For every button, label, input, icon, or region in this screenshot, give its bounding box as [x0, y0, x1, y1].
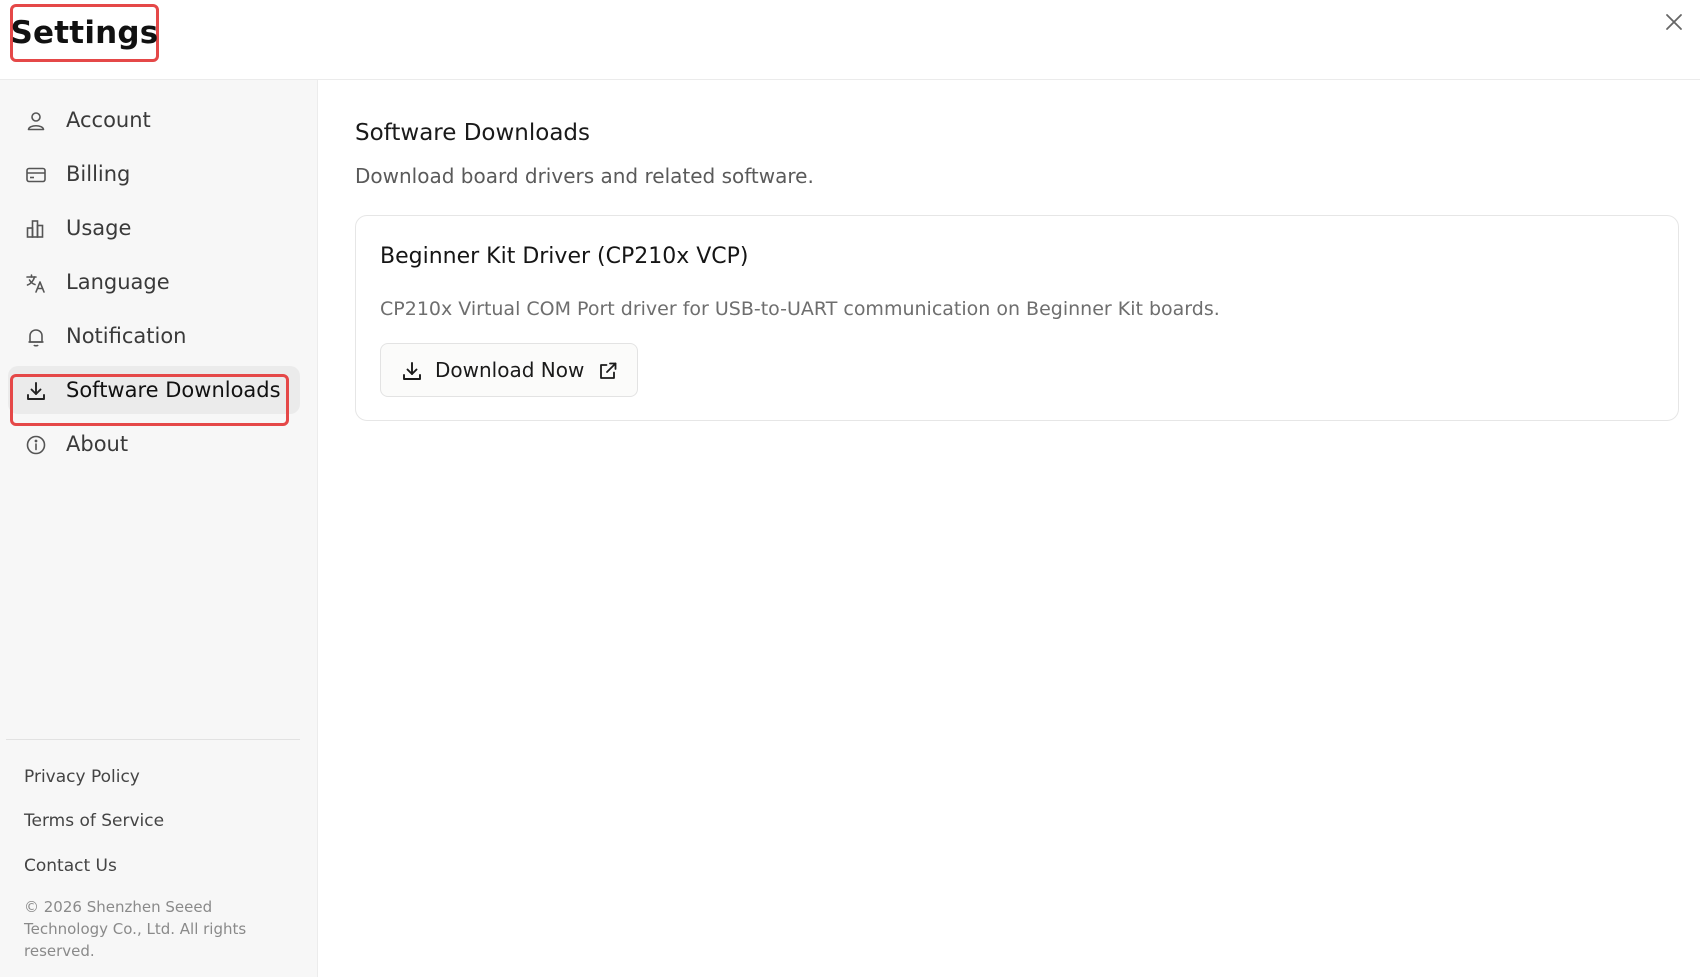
- sidebar: Account Billing Usage Language Notificat…: [0, 80, 318, 977]
- driver-card-description: CP210x Virtual COM Port driver for USB-t…: [380, 298, 1220, 320]
- sidebar-item-label: Billing: [66, 162, 131, 186]
- copyright-text: © 2026 Shenzhen Seeed Technology Co., Lt…: [24, 898, 247, 960]
- sidebar-item-label: Language: [66, 270, 170, 294]
- sidebar-item-label: Notification: [66, 324, 187, 348]
- bar-chart-icon: [25, 218, 47, 240]
- download-icon: [401, 360, 423, 382]
- sidebar-item-language[interactable]: Language: [8, 258, 300, 306]
- credit-card-icon: [25, 164, 47, 186]
- sidebar-item-label: About: [66, 432, 129, 456]
- section-title: Software Downloads: [355, 120, 591, 146]
- sidebar-item-account[interactable]: Account: [8, 96, 300, 144]
- sidebar-item-about[interactable]: About: [8, 420, 300, 468]
- section-subtitle: Download board drivers and related softw…: [355, 164, 814, 188]
- privacy-policy-link[interactable]: Privacy Policy: [24, 767, 140, 787]
- info-icon: [25, 434, 47, 456]
- sidebar-item-label: Usage: [66, 216, 132, 240]
- settings-window: Settings Account Billing Usage Language …: [0, 0, 1700, 977]
- terms-of-service-link[interactable]: Terms of Service: [24, 811, 164, 831]
- driver-card: Beginner Kit Driver (CP210x VCP) CP210x …: [355, 215, 1679, 421]
- page-title: Settings: [10, 15, 159, 51]
- download-now-button[interactable]: Download Now: [380, 343, 638, 397]
- close-icon: [1666, 14, 1682, 30]
- driver-card-title: Beginner Kit Driver (CP210x VCP): [380, 244, 749, 269]
- sidebar-item-label: Account: [66, 108, 151, 132]
- sidebar-item-notification[interactable]: Notification: [8, 312, 300, 360]
- external-link-icon: [597, 360, 619, 382]
- sidebar-item-software-downloads[interactable]: Software Downloads: [8, 366, 300, 414]
- user-icon: [25, 110, 47, 132]
- sidebar-item-usage[interactable]: Usage: [8, 204, 300, 252]
- download-icon: [25, 380, 47, 402]
- sidebar-divider: [6, 739, 300, 740]
- sidebar-item-billing[interactable]: Billing: [8, 150, 300, 198]
- page-title-highlight: Settings: [10, 4, 159, 62]
- translate-icon: [25, 272, 47, 294]
- download-now-label: Download Now: [435, 358, 585, 382]
- bell-icon: [25, 326, 47, 348]
- close-button[interactable]: [1658, 6, 1690, 38]
- header: Settings: [0, 0, 1700, 80]
- main-content: Software Downloads Download board driver…: [318, 80, 1700, 977]
- sidebar-item-label: Software Downloads: [66, 378, 281, 402]
- contact-us-link[interactable]: Contact Us: [24, 856, 117, 876]
